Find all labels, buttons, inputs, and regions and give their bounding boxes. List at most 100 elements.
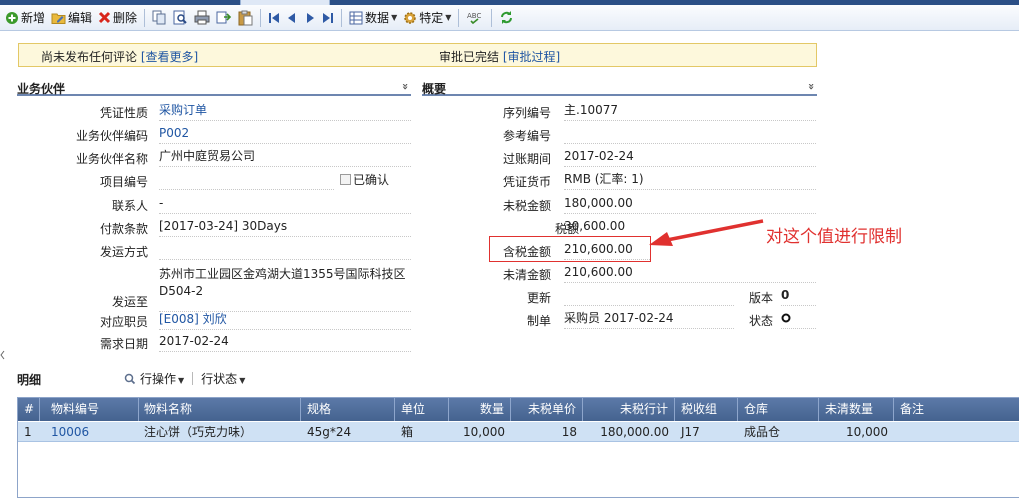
col-header-unit[interactable]: 单位: [395, 398, 449, 421]
overview-section-title: 概要: [422, 82, 447, 96]
col-header-price[interactable]: 未税单价: [511, 398, 583, 421]
maker-label: 制单: [526, 314, 551, 328]
prev-icon: [288, 12, 296, 23]
partner-section-header: 业务伙伴 »: [17, 80, 412, 96]
cell-note: [894, 422, 1019, 442]
refresh-button[interactable]: [496, 7, 517, 29]
first-record-button[interactable]: [265, 7, 283, 29]
detail-title: 明细: [17, 373, 42, 387]
staff-label: 对应职员: [99, 315, 148, 329]
contact-label: 联系人: [111, 199, 148, 213]
search-icon: [124, 373, 136, 384]
shipping-method-value[interactable]: [159, 240, 411, 260]
comment-text: 尚未发布任何评论: [41, 50, 138, 64]
col-header-spec[interactable]: 规格: [301, 398, 395, 421]
ship-to-label: 发运至: [111, 295, 148, 309]
overview-section-header: 概要 »: [422, 80, 818, 96]
staff-value[interactable]: [E008] 刘欣: [159, 310, 411, 330]
serial-label: 序列编号: [502, 106, 551, 120]
folder-edit-icon: [51, 13, 66, 24]
col-header-warehouse[interactable]: 仓库: [738, 398, 819, 421]
chevron-left-icon: [0, 350, 5, 360]
row-ops-button[interactable]: 行操作 ▼: [140, 370, 184, 387]
row-ops-bar: 行操作 ▼ 行状态 ▼: [124, 370, 245, 387]
update-value: [564, 286, 734, 306]
last-record-button[interactable]: [319, 7, 337, 29]
approval-process-link[interactable]: [审批过程]: [503, 50, 560, 64]
cell-unit: 箱: [401, 425, 414, 439]
delete-button[interactable]: 删除: [95, 7, 140, 29]
currency-label: 凭证货币: [502, 175, 551, 189]
voucher-nature-value[interactable]: 采购订单: [159, 101, 411, 121]
project-no-value[interactable]: [159, 170, 334, 190]
chevron-down-icon: ▼: [391, 13, 398, 22]
info-bar: 尚未发布任何评论 [查看更多] 审批已完结 [审批过程]: [18, 43, 817, 67]
toolbar-separator: [260, 8, 262, 27]
col-header-code[interactable]: 物料编号: [45, 398, 139, 421]
toolbar: 新增 编辑 删除 数据 ▼ 特定 ▼ ABC: [0, 5, 1019, 31]
chevron-down-icon: ▼: [445, 13, 452, 22]
edit-button[interactable]: 编辑: [48, 7, 95, 29]
data-menu-button[interactable]: 数据 ▼: [346, 7, 400, 29]
partner-section-title: 业务伙伴: [17, 82, 66, 96]
status-label: 状态: [748, 314, 773, 328]
collapse-icon[interactable]: »: [805, 83, 818, 90]
copy-to-icon: [216, 11, 232, 24]
copy-button[interactable]: [149, 7, 170, 29]
approval-text: 审批已完结: [439, 50, 500, 64]
left-splitter[interactable]: [0, 345, 5, 365]
cell-name: 注心饼（巧克力味）: [144, 425, 253, 439]
prev-record-button[interactable]: [283, 7, 301, 29]
row-status-button[interactable]: 行状态 ▼: [201, 370, 245, 387]
delete-icon: [98, 11, 111, 24]
col-header-qty[interactable]: 数量: [449, 398, 511, 421]
comment-status: 尚未发布任何评论 [查看更多]: [41, 48, 198, 65]
col-header-note[interactable]: 备注: [894, 398, 1019, 421]
col-header-tax-group[interactable]: 税收组: [675, 398, 738, 421]
partner-code-value[interactable]: P002: [159, 124, 411, 144]
cell-open-qty: 10,000: [846, 425, 888, 439]
currency-value: RMB (汇率: 1): [564, 170, 816, 190]
cell-warehouse: 成品仓: [744, 425, 781, 439]
cell-code[interactable]: 10006: [45, 422, 139, 442]
cell-index: 1: [24, 425, 32, 439]
new-label: 新增: [21, 11, 46, 25]
col-header-index[interactable]: #: [18, 398, 40, 421]
table-row[interactable]: 1 10006 注心饼（巧克力味） 45g*24 箱 10,000 18 180…: [18, 422, 1019, 442]
cell-tax-group: J17: [681, 425, 700, 439]
open-amount-label: 未清金额: [502, 268, 551, 282]
col-header-open-qty[interactable]: 未清数量: [819, 398, 894, 421]
partner-code-label: 业务伙伴编码: [75, 129, 148, 143]
confirmed-label: 已确认: [353, 173, 390, 187]
edit-label: 编辑: [68, 11, 93, 25]
tax-value: 30,600.00: [564, 217, 650, 237]
spellcheck-button[interactable]: ABC: [463, 7, 487, 29]
status-circle-icon: [781, 313, 791, 323]
gear-icon: [404, 11, 416, 24]
version-value: 0: [781, 286, 816, 306]
print-button[interactable]: [191, 7, 213, 29]
need-date-value: 2017-02-24: [159, 332, 411, 352]
detail-grid: # 物料编号 物料名称 规格 单位 数量 未税单价 未税行计 税收组 仓库 未清…: [17, 397, 1019, 498]
new-button[interactable]: 新增: [2, 7, 48, 29]
cell-qty: 10,000: [463, 425, 505, 439]
open-amount-value: 210,600.00: [564, 263, 816, 283]
col-header-name[interactable]: 物料名称: [138, 398, 301, 421]
ref-value[interactable]: [564, 124, 816, 144]
next-icon: [307, 12, 315, 23]
maker-value: 采购员 2017-02-24: [564, 309, 734, 329]
paste-icon: [238, 10, 253, 25]
confirmed-checkbox[interactable]: 已确认: [340, 171, 389, 191]
preview-button[interactable]: [170, 7, 191, 29]
paste-button[interactable]: [235, 7, 256, 29]
view-more-link[interactable]: [查看更多]: [141, 50, 198, 64]
col-header-line-total[interactable]: 未税行计: [583, 398, 675, 421]
copy-icon: [152, 10, 166, 25]
special-menu-button[interactable]: 特定 ▼: [400, 7, 454, 29]
row-ops-label: 行操作: [140, 372, 177, 386]
collapse-icon[interactable]: »: [399, 83, 412, 90]
serial-value: 主.10077: [564, 101, 816, 121]
copy-to-button[interactable]: [213, 7, 235, 29]
toolbar-separator: [144, 8, 146, 27]
next-record-button[interactable]: [301, 7, 319, 29]
